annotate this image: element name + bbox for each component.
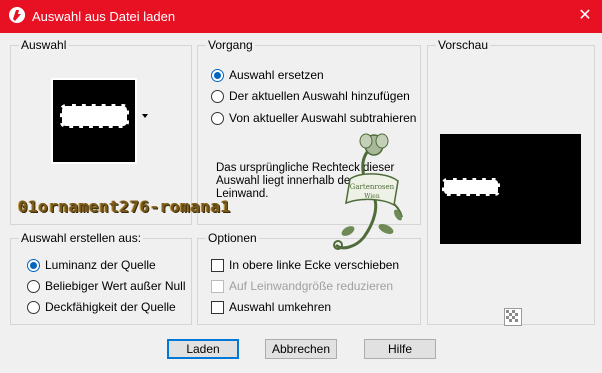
dialog-body: Auswahl Vorgang Auswahl ersetzen Der akt… bbox=[2, 33, 600, 371]
radio-replace-selection[interactable]: Auswahl ersetzen bbox=[211, 67, 324, 83]
radio-button[interactable] bbox=[211, 89, 224, 103]
create-from-group: Auswahl erstellen aus: Luminanz der Quel… bbox=[10, 231, 192, 325]
radio-source-opacity[interactable]: Deckfähigkeit der Quelle bbox=[27, 299, 176, 315]
selection-thumbnail[interactable] bbox=[51, 78, 137, 164]
radio-subtract-selection[interactable]: Von aktueller Auswahl subtrahieren bbox=[211, 110, 416, 126]
radio-button[interactable] bbox=[27, 258, 40, 272]
checkbox bbox=[211, 279, 224, 293]
window-title: Auswahl aus Datei laden bbox=[32, 9, 176, 24]
radio-source-luminance[interactable]: Luminanz der Quelle bbox=[27, 257, 156, 273]
checkbox[interactable] bbox=[211, 300, 224, 314]
preview-group: Vorschau bbox=[427, 38, 595, 326]
chevron-down-icon[interactable] bbox=[142, 114, 148, 118]
radio-add-selection[interactable]: Der aktuellen Auswahl hinzufügen bbox=[211, 88, 410, 104]
radio-label: Beliebiger Wert außer Null bbox=[45, 279, 186, 293]
title-bar: Auswahl aus Datei laden ✕ bbox=[0, 0, 602, 33]
close-icon[interactable]: ✕ bbox=[570, 4, 600, 28]
selection-marquee bbox=[60, 104, 129, 128]
radio-any-nonzero[interactable]: Beliebiger Wert außer Null bbox=[27, 278, 186, 294]
radio-label: Der aktuellen Auswahl hinzufügen bbox=[229, 89, 410, 103]
radio-label: Von aktueller Auswahl subtrahieren bbox=[229, 111, 417, 125]
ornament-image: Gartenrosen Wien bbox=[328, 133, 412, 255]
preview-marquee bbox=[442, 178, 500, 196]
radio-button[interactable] bbox=[211, 68, 224, 82]
options-group-title: Optionen bbox=[206, 231, 259, 245]
ornament-text-2: Wien bbox=[364, 193, 380, 200]
radio-label: Deckfähigkeit der Quelle bbox=[45, 300, 176, 314]
preview-group-title: Vorschau bbox=[436, 38, 491, 52]
radio-button[interactable] bbox=[27, 300, 40, 314]
radio-button[interactable] bbox=[211, 111, 224, 125]
radio-button[interactable] bbox=[27, 279, 40, 293]
checkbox-label: Auswahl umkehren bbox=[229, 300, 332, 314]
operation-group-title: Vorgang bbox=[206, 38, 255, 52]
checkbox-label: In obere linke Ecke verschieben bbox=[229, 258, 400, 272]
app-icon bbox=[9, 7, 25, 23]
transparency-checker-icon[interactable] bbox=[504, 308, 522, 326]
checkbox-crop-to-canvas: Auf Leinwandgröße reduzieren bbox=[211, 278, 393, 294]
preview-image bbox=[440, 134, 581, 244]
radio-label: Auswahl ersetzen bbox=[229, 68, 324, 82]
radio-label: Luminanz der Quelle bbox=[45, 258, 156, 272]
load-button[interactable]: Laden bbox=[167, 339, 239, 359]
create-from-group-title: Auswahl erstellen aus: bbox=[19, 231, 144, 245]
ornament-text-1: Gartenrosen bbox=[350, 183, 395, 191]
selection-group-title: Auswahl bbox=[19, 38, 69, 52]
help-button[interactable]: Hilfe bbox=[364, 339, 436, 359]
checkbox-invert-selection[interactable]: Auswahl umkehren bbox=[211, 299, 331, 315]
file-name-watermark: 01ornament276-romana1 bbox=[18, 197, 231, 216]
cancel-button[interactable]: Abbrechen bbox=[265, 339, 337, 359]
checkbox-move-top-left[interactable]: In obere linke Ecke verschieben bbox=[211, 257, 399, 273]
checkbox-label: Auf Leinwandgröße reduzieren bbox=[229, 279, 394, 293]
checkbox[interactable] bbox=[211, 258, 224, 272]
